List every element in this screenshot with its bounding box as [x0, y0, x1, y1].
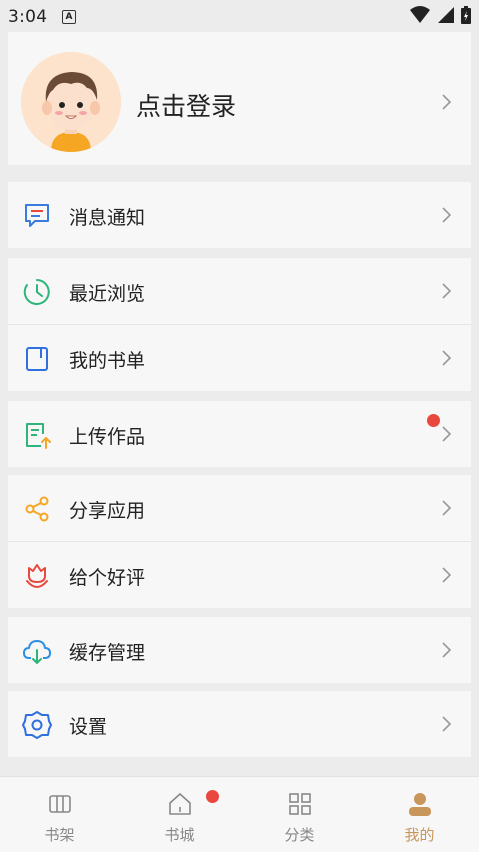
tab-label: 我的 [404, 826, 435, 844]
chevron-right-icon [442, 350, 452, 366]
cartoon-avatar-icon [21, 52, 121, 152]
upload-card: 上传作品 [8, 401, 471, 467]
tab-category[interactable]: 分类 [240, 777, 359, 852]
app-card: 分享应用 给个好评 [8, 475, 471, 608]
share-icon [25, 496, 49, 522]
menu-item-upload[interactable]: 上传作品 [8, 401, 471, 467]
bookmark-icon [26, 347, 48, 371]
chevron-right-icon [442, 716, 452, 732]
menu-item-recent[interactable]: 最近浏览 [8, 258, 471, 324]
chevron-right-icon [442, 642, 452, 658]
signal-icon [437, 7, 454, 23]
login-label[interactable]: 点击登录 [136, 87, 236, 123]
tab-label: 书城 [164, 826, 195, 844]
bookshelf-icon [49, 795, 71, 813]
menu-item-share[interactable]: 分享应用 [8, 475, 471, 541]
chevron-right-icon [442, 94, 452, 110]
notification-a-icon: A [62, 10, 76, 24]
menu-label: 上传作品 [69, 426, 146, 448]
tab-label: 书架 [44, 826, 75, 844]
chevron-right-icon [442, 283, 452, 299]
status-bar: 3:04 A [0, 0, 479, 32]
menu-item-cache[interactable]: 缓存管理 [8, 617, 471, 683]
status-time: 3:04 [8, 7, 48, 27]
menu-item-settings[interactable]: 设置 [8, 691, 471, 757]
chevron-right-icon [442, 500, 452, 516]
battery-icon [461, 6, 471, 24]
bookstore-badge-dot [206, 790, 219, 803]
bottom-tab-bar: 书架 书城 分类 我的 [0, 776, 479, 852]
menu-label: 给个好评 [69, 567, 146, 589]
message-icon [25, 204, 49, 227]
tab-label: 分类 [284, 826, 315, 844]
menu-label: 设置 [69, 716, 108, 738]
chevron-right-icon [442, 207, 452, 223]
upload-badge-dot [427, 414, 440, 427]
status-icons [408, 6, 471, 24]
chevron-right-icon [442, 426, 452, 442]
clock-icon [23, 279, 50, 305]
upload-document-icon [26, 423, 51, 449]
settings-card: 设置 [8, 691, 471, 757]
menu-label: 我的书单 [69, 350, 146, 372]
menu-label: 最近浏览 [69, 283, 146, 305]
browse-card: 最近浏览 我的书单 [8, 258, 471, 391]
menu-item-messages[interactable]: 消息通知 [8, 182, 471, 248]
wifi-icon [410, 6, 431, 23]
menu-item-booklist[interactable]: 我的书单 [8, 324, 471, 391]
tab-bookstore[interactable]: 书城 [120, 777, 239, 852]
home-icon [169, 793, 191, 815]
profile-card[interactable]: 点击登录 [8, 32, 471, 165]
grid-icon [289, 793, 311, 815]
menu-label: 分享应用 [69, 500, 146, 522]
cache-card: 缓存管理 [8, 617, 471, 683]
gear-icon [22, 711, 52, 739]
chevron-right-icon [442, 567, 452, 583]
tab-mine[interactable]: 我的 [360, 777, 479, 852]
flower-icon [26, 564, 48, 589]
tab-bookshelf[interactable]: 书架 [0, 777, 119, 852]
menu-item-rate[interactable]: 给个好评 [8, 541, 471, 608]
messages-card: 消息通知 [8, 182, 471, 248]
cloud-download-icon [23, 640, 51, 665]
menu-label: 缓存管理 [69, 642, 146, 664]
person-icon [409, 793, 431, 816]
avatar[interactable] [21, 52, 121, 152]
menu-label: 消息通知 [69, 207, 146, 229]
